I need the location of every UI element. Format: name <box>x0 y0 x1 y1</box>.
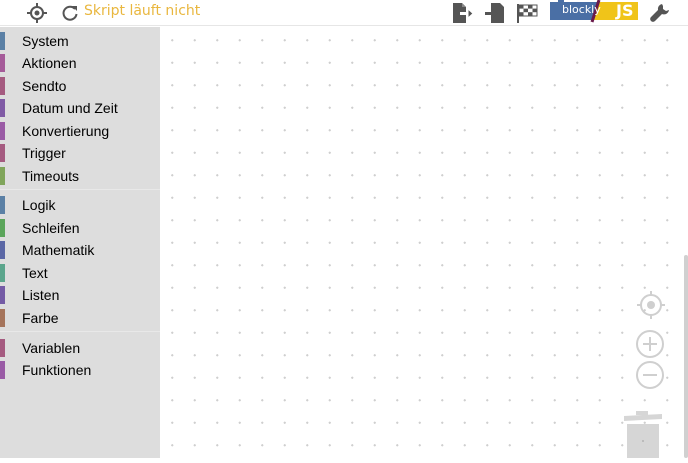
category-label: Variablen <box>22 340 81 356</box>
category-color-bar <box>0 361 5 379</box>
category-color-bar <box>0 286 5 304</box>
toolbar: Skript läuft nicht blockly JS <box>0 0 688 26</box>
category-color-bar <box>0 264 5 282</box>
category-aktionen[interactable]: Aktionen <box>0 52 160 74</box>
category-variablen[interactable]: Variablen <box>0 337 160 359</box>
category-label: Funktionen <box>22 362 92 378</box>
category-farbe[interactable]: Farbe <box>0 307 160 329</box>
category-label: Listen <box>22 287 60 303</box>
workspace-scrollbar[interactable] <box>684 255 688 458</box>
blockly-label: blockly <box>562 3 601 16</box>
category-label: Timeouts <box>22 168 80 184</box>
category-color-bar <box>0 144 5 162</box>
category-color-bar <box>0 77 5 95</box>
category-label: Logik <box>22 197 56 213</box>
category-separator <box>0 331 160 332</box>
category-listen[interactable]: Listen <box>0 284 160 306</box>
category-label: Datum und Zeit <box>22 100 118 116</box>
zoom-out-icon[interactable] <box>635 360 665 390</box>
category-label: Konvertierung <box>22 123 110 139</box>
category-label: System <box>22 33 69 49</box>
script-status: Skript läuft nicht <box>84 3 201 19</box>
category-sendto[interactable]: Sendto <box>0 75 160 97</box>
category-label: Aktionen <box>22 55 77 71</box>
category-text[interactable]: Text <box>0 262 160 284</box>
category-color-bar <box>0 54 5 72</box>
category-color-bar <box>0 339 5 357</box>
category-color-bar <box>0 167 5 185</box>
category-logik[interactable]: Logik <box>0 194 160 216</box>
category-color-bar <box>0 196 5 214</box>
checkered-flag-icon[interactable] <box>514 0 540 26</box>
category-label: Text <box>22 265 48 281</box>
category-konvertierung[interactable]: Konvertierung <box>0 120 160 142</box>
trash-icon[interactable] <box>622 410 664 458</box>
category-schleifen[interactable]: Schleifen <box>0 217 160 239</box>
category-timeouts[interactable]: Timeouts <box>0 165 160 187</box>
restart-icon[interactable] <box>60 0 80 26</box>
category-trigger[interactable]: Trigger <box>0 142 160 164</box>
category-label: Sendto <box>22 78 67 94</box>
export-icon[interactable] <box>450 0 474 26</box>
category-color-bar <box>0 219 5 237</box>
category-separator <box>0 189 160 190</box>
import-icon[interactable] <box>482 0 508 26</box>
category-color-bar <box>0 309 5 327</box>
blockly-js-toggle[interactable]: blockly JS <box>548 0 640 23</box>
category-funktionen[interactable]: Funktionen <box>0 359 160 381</box>
toolbox-sidebar: System Aktionen Sendto Datum und Zeit Ko… <box>0 27 160 458</box>
category-color-bar <box>0 241 5 259</box>
category-label: Schleifen <box>22 220 80 236</box>
category-label: Mathematik <box>22 242 95 258</box>
recenter-icon[interactable] <box>636 290 666 320</box>
category-mathematik[interactable]: Mathematik <box>0 239 160 261</box>
category-color-bar <box>0 122 5 140</box>
js-label: JS <box>616 1 634 20</box>
category-color-bar <box>0 99 5 117</box>
category-label: Farbe <box>22 310 59 326</box>
category-label: Trigger <box>22 145 66 161</box>
locate-icon[interactable] <box>26 0 48 26</box>
category-datum-und-zeit[interactable]: Datum und Zeit <box>0 97 160 119</box>
zoom-in-icon[interactable] <box>635 329 665 359</box>
category-color-bar <box>0 32 5 50</box>
blockly-workspace[interactable] <box>160 27 688 458</box>
wrench-icon[interactable] <box>648 0 672 26</box>
category-system[interactable]: System <box>0 30 160 52</box>
